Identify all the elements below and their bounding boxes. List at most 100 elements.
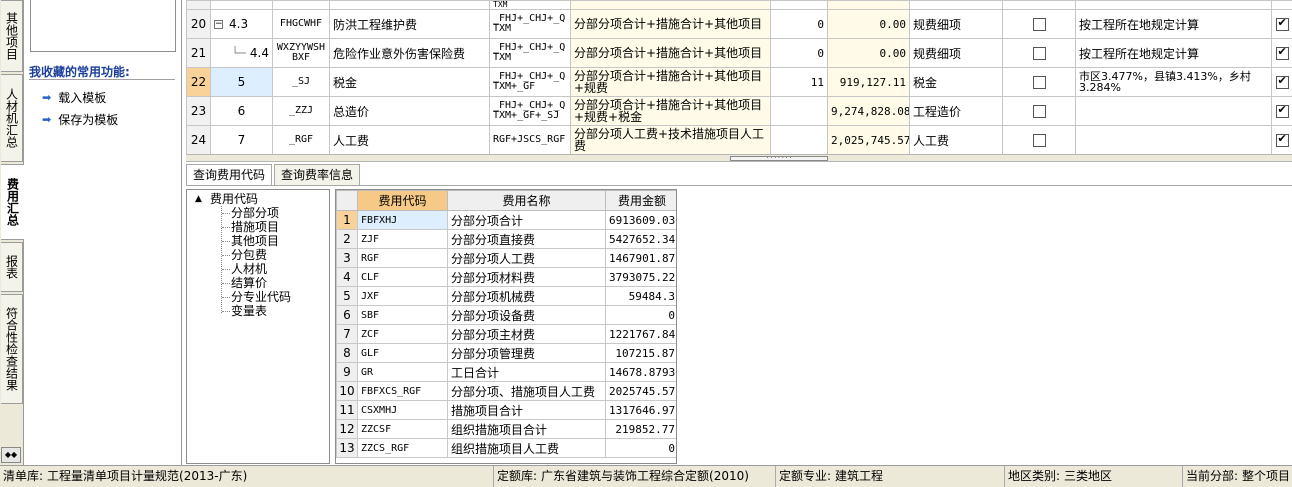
load-template-link[interactable]: ➡ 载入模板	[42, 88, 106, 106]
note-cell[interactable]: 按工程所在地规定计算	[1075, 38, 1272, 68]
check-cell[interactable]	[1002, 9, 1076, 39]
fee-code-cell[interactable]: CLF	[357, 267, 448, 287]
tree-node-fbfx[interactable]: 分部分项	[231, 206, 279, 220]
table-row[interactable]: TXM	[186, 0, 1292, 10]
seq-cell[interactable]: −4.3	[210, 9, 273, 39]
table-row[interactable]: 5 JXF 分部分项机械费 59484.3	[336, 286, 676, 306]
tree-node-fbf[interactable]: 分包费	[231, 248, 267, 262]
checkbox[interactable]	[1032, 76, 1046, 89]
fee-name-cell[interactable]: 分部分项管理费	[447, 343, 606, 363]
fee-code-cell[interactable]: ZZCS_RGF	[357, 438, 448, 458]
check-cell[interactable]	[1002, 67, 1076, 97]
table-row[interactable]: 8 GLF 分部分项管理费 107215.87	[336, 343, 676, 363]
fee-amount-cell[interactable]: 0	[605, 438, 676, 458]
fee-amount-cell[interactable]: 0	[605, 305, 676, 325]
note-cell[interactable]	[1075, 96, 1272, 126]
rate-cell[interactable]: 0	[770, 9, 828, 39]
fee-name-cell[interactable]: 分部分项主材费	[447, 324, 606, 344]
fee-amount-cell[interactable]: 3793075.22	[605, 267, 676, 287]
side-tab-fee-summary[interactable]: 费用汇总	[1, 164, 24, 240]
fee-amount-cell[interactable]: 1467901.87	[605, 248, 676, 268]
fee-code-cell[interactable]: GR	[357, 362, 448, 382]
fee-name-cell[interactable]: 分部分项合计	[447, 210, 606, 230]
checkbox-checked[interactable]	[1275, 16, 1289, 31]
fee-code-cell[interactable]: CSXMHJ	[357, 400, 448, 420]
side-tab-reports[interactable]: 报表	[1, 242, 23, 292]
splitter-grip-icon[interactable]: · · · · · · ·	[730, 156, 828, 162]
output-cell[interactable]	[1271, 96, 1292, 126]
table-row[interactable]: 6 SBF 分部分项设备费 0	[336, 305, 676, 325]
rate-cell[interactable]: 11	[770, 67, 828, 97]
table-row[interactable]: 4 CLF 分部分项材料费 3793075.22	[336, 267, 676, 287]
table-row[interactable]: 3 RGF 分部分项人工费 1467901.87	[336, 248, 676, 268]
base-code-cell[interactable]: RGF+JSCS_RGF	[489, 125, 571, 155]
check-cell[interactable]	[1002, 38, 1076, 68]
base-code-cell[interactable]: _FHJ+_CHJ+_QTXM	[489, 9, 571, 39]
fee-amount-cell[interactable]: 1317646.97	[605, 400, 676, 420]
table-row[interactable]: 11 CSXMHJ 措施项目合计 1317646.97	[336, 400, 676, 420]
rate-cell[interactable]	[770, 125, 828, 155]
column-header-amount[interactable]: 费用金额	[605, 190, 676, 211]
tab-query-fee-rates[interactable]: 查询费率信息	[274, 164, 361, 185]
side-tab-labor-material-summary[interactable]: 人材机汇总	[1, 74, 23, 162]
tab-scroll-arrows-icon[interactable]: ◆◆	[1, 447, 21, 463]
code-cell[interactable]: _SJ	[272, 67, 330, 97]
fee-name-cell[interactable]: 分部分项机械费	[447, 286, 606, 306]
output-cell[interactable]	[1271, 9, 1292, 39]
table-row[interactable]: 9 GR 工日合计 14678.8793	[336, 362, 676, 382]
tree-root[interactable]: 费用代码	[210, 192, 258, 206]
table-row[interactable]: 7 ZCF 分部分项主材费 1221767.84	[336, 324, 676, 344]
base-desc-cell[interactable]: 分部分项合计+措施合计+其他项目	[570, 38, 771, 68]
output-cell[interactable]	[1271, 67, 1292, 97]
checkbox[interactable]	[1032, 47, 1046, 60]
column-header-code[interactable]: 费用代码	[357, 190, 448, 211]
name-cell[interactable]: 税金	[329, 67, 490, 97]
output-cell[interactable]	[1271, 125, 1292, 155]
check-cell[interactable]	[1002, 96, 1076, 126]
fee-amount-cell[interactable]: 1221767.84	[605, 324, 676, 344]
code-cell[interactable]: WXZYYWSHBXF	[272, 38, 330, 68]
fee-amount-cell[interactable]: 5427652.34	[605, 229, 676, 249]
table-row[interactable]: 13 ZZCS_RGF 组织措施项目人工费 0	[336, 438, 676, 458]
base-desc-cell[interactable]: 分部分项人工费+技术措施项目人工费	[570, 125, 771, 155]
base-code-cell[interactable]: _FHJ+_CHJ+_QTXM+_GF	[489, 67, 571, 97]
fee-amount-cell[interactable]: 219852.77	[605, 419, 676, 439]
type-cell[interactable]: 工程造价	[909, 96, 1003, 126]
rate-cell[interactable]	[770, 96, 828, 126]
checkbox[interactable]	[1032, 134, 1046, 147]
fee-amount-cell[interactable]: 107215.87	[605, 343, 676, 363]
type-cell[interactable]: 人工费	[909, 125, 1003, 155]
table-row-selected[interactable]: 22 5 _SJ 税金 _FHJ+_CHJ+_QTXM+_GF 分部分项合计+措…	[186, 67, 1292, 97]
base-desc-cell[interactable]: 分部分项合计+措施合计+其他项目+规费	[570, 67, 771, 97]
fee-code-cell[interactable]: JXF	[357, 286, 448, 306]
code-cell[interactable]: _ZZJ	[272, 96, 330, 126]
checkbox-checked[interactable]	[1275, 132, 1289, 147]
fee-code-cell[interactable]: ZZCSF	[357, 419, 448, 439]
checkbox-checked[interactable]	[1275, 45, 1289, 60]
fee-name-cell[interactable]: 组织措施项目人工费	[447, 438, 606, 458]
note-cell[interactable]	[1075, 125, 1272, 155]
checkbox[interactable]	[1032, 18, 1046, 31]
fee-code-cell[interactable]: FBFXHJ	[357, 210, 448, 230]
fee-amount-cell[interactable]: 2025745.57	[605, 381, 676, 401]
panel-splitter[interactable]: · · · · · · ·	[186, 154, 1292, 162]
side-tab-other-items[interactable]: 其他项目	[1, 0, 23, 72]
checkbox[interactable]	[1032, 105, 1046, 118]
table-row[interactable]: 23 6 _ZZJ 总造价 _FHJ+_CHJ+_QTXM+_GF+_SJ 分部…	[186, 96, 1292, 126]
tree-expand-icon[interactable]: ▲	[195, 192, 202, 206]
note-cell[interactable]: 市区3.477%，县镇3.413%，乡村3.284%	[1075, 67, 1272, 97]
fee-name-cell[interactable]: 分部分项人工费	[447, 248, 606, 268]
seq-cell[interactable]: 6	[210, 96, 273, 126]
tree-node-csxm[interactable]: 措施项目	[231, 220, 279, 234]
fee-code-cell[interactable]: SBF	[357, 305, 448, 325]
name-cell[interactable]: 人工费	[329, 125, 490, 155]
base-desc-cell[interactable]: 分部分项合计+措施合计+其他项目+规费+税金	[570, 96, 771, 126]
tree-node-blb[interactable]: 变量表	[231, 304, 267, 318]
seq-cell[interactable]: └─ 4.4	[210, 38, 273, 68]
fee-name-cell[interactable]: 分部分项、措施项目人工费	[447, 381, 606, 401]
column-header-name[interactable]: 费用名称	[447, 190, 606, 211]
checkbox-checked[interactable]	[1275, 103, 1289, 118]
type-cell[interactable]: 规费细项	[909, 38, 1003, 68]
tree-node-fzydm[interactable]: 分专业代码	[231, 290, 291, 304]
check-cell[interactable]	[1002, 125, 1076, 155]
